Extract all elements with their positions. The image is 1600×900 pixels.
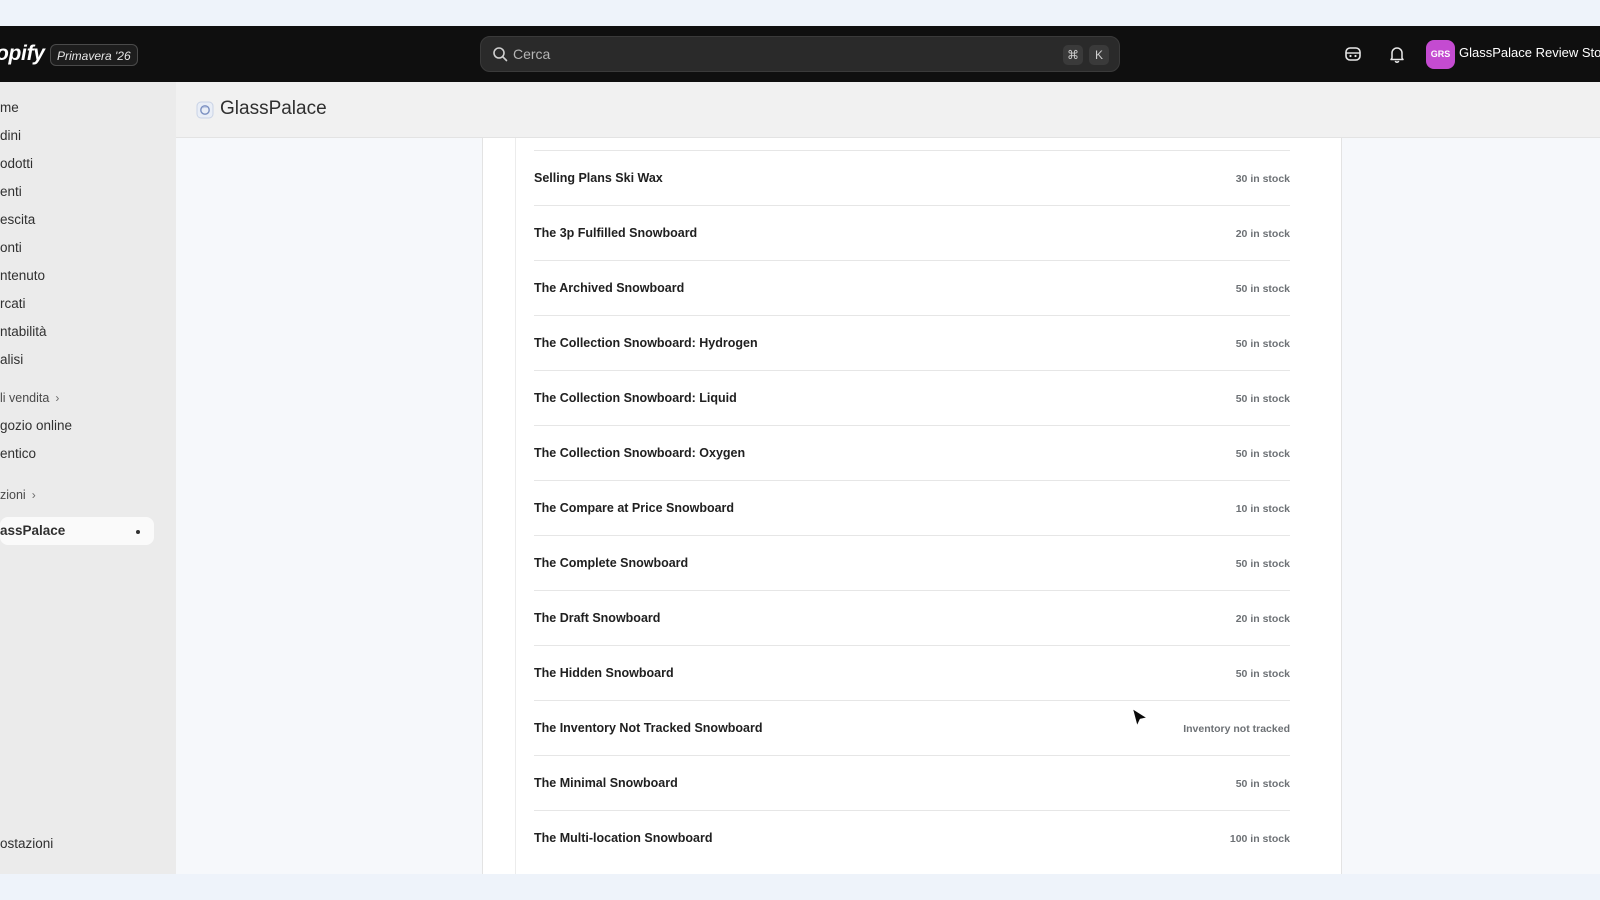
app-logo-icon [196, 101, 214, 119]
shortcut-cmd-key: ⌘ [1063, 45, 1083, 65]
sidebar-item-label: assPalace [0, 523, 66, 538]
product-stock: 50 in stock [1235, 448, 1290, 460]
product-stock: 30 in stock [1235, 173, 1290, 185]
product-name: Selling Plans Ski Wax [534, 171, 663, 185]
chevron-right-icon: › [31, 488, 36, 502]
sidebar-apps-header[interactable]: zioni › [0, 483, 36, 507]
sidebar-sales-channels-header[interactable]: li vendita › [0, 386, 59, 410]
store-name[interactable]: GlassPalace Review Store [1459, 45, 1600, 60]
sidebar-item-customers[interactable]: enti [0, 180, 22, 204]
product-name: The Draft Snowboard [534, 611, 661, 625]
sidebar-item-channel-2[interactable]: entico [0, 442, 36, 466]
sidebar-item-discounts[interactable]: onti [0, 236, 22, 260]
sidebar-item-online-store[interactable]: gozio online [0, 414, 72, 438]
product-row[interactable]: The Archived Snowboard 50 in stock [534, 260, 1290, 315]
sidebar-item-finance[interactable]: ntabilità [0, 320, 47, 344]
store-avatar[interactable]: GRS [1426, 40, 1455, 69]
app-frame: opify Primavera '26 ⌘ K GRS GlassPalace … [0, 26, 1600, 874]
product-row[interactable]: The Inventory Not Tracked Snowboard Inven… [534, 700, 1290, 755]
product-row[interactable]: The Minimal Snowboard 50 in stock [534, 755, 1290, 810]
chevron-right-icon: › [55, 391, 60, 405]
product-list: Selling Plans Ski Wax 30 in stock The 3p … [534, 150, 1290, 865]
product-row[interactable]: The Complete Snowboard 50 in stock [534, 535, 1290, 590]
product-name: The Inventory Not Tracked Snowboard [534, 721, 763, 735]
product-row[interactable]: The Draft Snowboard 20 in stock [534, 590, 1290, 645]
search-input[interactable] [513, 37, 1033, 71]
product-name: The Compare at Price Snowboard [534, 501, 735, 515]
product-stock: 50 in stock [1235, 338, 1290, 350]
product-stock: 50 in stock [1235, 668, 1290, 680]
product-name: The Complete Snowboard [534, 556, 689, 570]
sidebar-item-settings[interactable]: ostazioni [0, 832, 53, 856]
product-stock: 20 in stock [1235, 613, 1290, 625]
product-stock: 50 in stock [1235, 558, 1290, 570]
product-name: The 3p Fulfilled Snowboard [534, 226, 698, 240]
product-stock: 100 in stock [1229, 833, 1290, 845]
product-stock: 20 in stock [1235, 228, 1290, 240]
sidebar-item-orders[interactable]: dini [0, 124, 21, 148]
season-badge[interactable]: Primavera '26 [50, 44, 138, 66]
product-row[interactable]: The Compare at Price Snowboard 10 in stoc… [534, 480, 1290, 535]
bell-icon[interactable] [1387, 44, 1407, 64]
product-row[interactable]: The Collection Snowboard: Oxygen 50 in st… [534, 425, 1290, 480]
product-stock: Inventory not tracked [1183, 723, 1290, 735]
main-content: Selling Plans Ski Wax 30 in stock The 3p … [176, 138, 1600, 874]
sidebar-item-marketing[interactable]: escita [0, 208, 35, 232]
sidebar-item-markets[interactable]: rcati [0, 292, 26, 316]
sidekick-icon[interactable] [1343, 44, 1363, 64]
shopify-logo[interactable]: opify [0, 42, 45, 66]
product-card: Selling Plans Ski Wax 30 in stock The 3p … [482, 138, 1342, 874]
product-name: The Multi-location Snowboard [534, 831, 713, 845]
mouse-cursor-icon [1131, 707, 1149, 728]
sidebar-item-glasspalace[interactable]: assPalace [0, 517, 154, 545]
product-name: The Collection Snowboard: Oxygen [534, 446, 746, 460]
product-list-panel: Selling Plans Ski Wax 30 in stock The 3p … [515, 138, 1310, 874]
sidebar: me dini odotti enti escita onti ntenuto … [0, 82, 176, 874]
search-icon [493, 47, 508, 62]
product-name: The Collection Snowboard: Hydrogen [534, 336, 758, 350]
product-row[interactable]: The Hidden Snowboard 50 in stock [534, 645, 1290, 700]
active-dot [136, 530, 140, 534]
product-row[interactable]: The Collection Snowboard: Hydrogen 50 in … [534, 315, 1290, 370]
top-bar: opify Primavera '26 ⌘ K GRS GlassPalace … [0, 26, 1600, 82]
page-title: GlassPalace [220, 98, 327, 119]
product-stock: 50 in stock [1235, 393, 1290, 405]
product-name: The Hidden Snowboard [534, 666, 674, 680]
product-stock: 10 in stock [1235, 503, 1290, 515]
sidebar-item-analytics[interactable]: alisi [0, 348, 23, 372]
product-name: The Collection Snowboard: Liquid [534, 391, 737, 405]
app-header: GlassPalace [176, 82, 1600, 138]
product-stock: 50 in stock [1235, 778, 1290, 790]
product-name: The Archived Snowboard [534, 281, 685, 295]
search-bar[interactable]: ⌘ K [480, 36, 1120, 72]
product-row[interactable]: The Multi-location Snowboard 100 in stock [534, 810, 1290, 865]
product-row[interactable]: The Collection Snowboard: Liquid 50 in st… [534, 370, 1290, 425]
apps-label: zioni [0, 488, 26, 502]
sidebar-item-home[interactable]: me [0, 96, 19, 120]
sales-channels-label: li vendita [0, 391, 50, 405]
product-row[interactable]: Selling Plans Ski Wax 30 in stock [534, 150, 1290, 205]
sidebar-item-products[interactable]: odotti [0, 152, 33, 176]
product-stock: 50 in stock [1235, 283, 1290, 295]
product-name: The Minimal Snowboard [534, 776, 678, 790]
shortcut-k-key: K [1089, 45, 1109, 65]
product-row[interactable]: The 3p Fulfilled Snowboard 20 in stock [534, 205, 1290, 260]
sidebar-item-content[interactable]: ntenuto [0, 264, 45, 288]
